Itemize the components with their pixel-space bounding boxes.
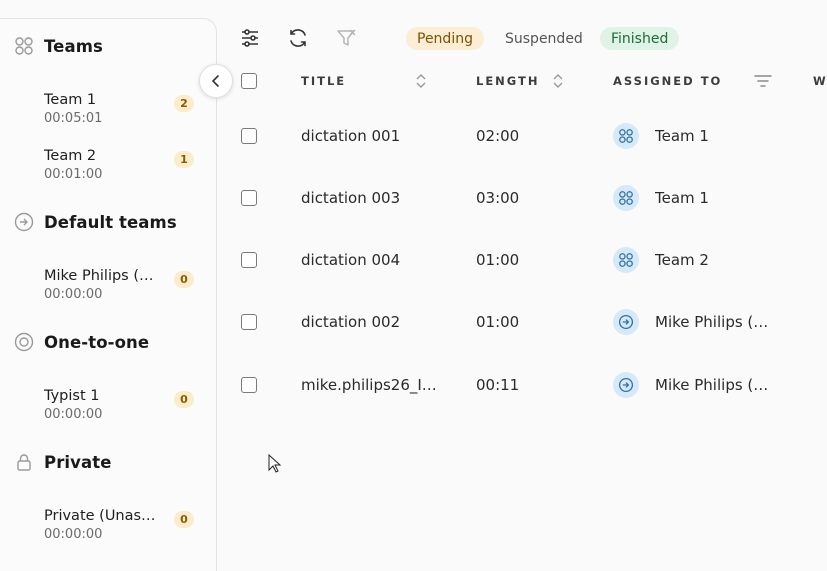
- row-title: mike.philips26_I…: [301, 376, 437, 394]
- row-length: 01:00: [476, 251, 520, 269]
- filter-chip-pending[interactable]: Pending: [406, 27, 484, 50]
- count-badge: 1: [174, 151, 194, 168]
- row-checkbox[interactable]: [241, 314, 257, 330]
- count-badge: 0: [174, 271, 194, 288]
- sidebar-item-time: 00:00:00: [44, 407, 103, 422]
- clear-filter-button[interactable]: [332, 24, 360, 52]
- row-length: 02:00: [476, 127, 520, 145]
- sidebar-item-mike-philips[interactable]: Mike Philips (… 00:00:00 0: [44, 268, 196, 308]
- sidebar-item-typist-1[interactable]: Typist 1 00:00:00 0: [44, 388, 196, 428]
- sort-icon[interactable]: [414, 72, 428, 90]
- sidebar-item-time: 00:00:00: [44, 287, 103, 302]
- section-title: One-to-one: [44, 332, 150, 352]
- section-default-teams[interactable]: Default teams: [14, 212, 177, 232]
- select-all-checkbox[interactable]: [241, 73, 257, 89]
- sliders-icon: [242, 29, 258, 47]
- count-badge: 0: [174, 511, 194, 528]
- row-length: 01:00: [476, 313, 520, 331]
- filter-off-icon: [337, 29, 356, 46]
- sidebar-item-label: Mike Philips (…: [44, 268, 154, 284]
- app-root: Teams Team 1 00:05:01 2 Team 2 00:01:00 …: [0, 0, 827, 571]
- column-header-title[interactable]: TITLE: [301, 74, 346, 88]
- teams-icon: [613, 185, 639, 211]
- section-private[interactable]: Private: [14, 452, 112, 472]
- settings-sliders-button[interactable]: [236, 24, 264, 52]
- row-title: dictation 002: [301, 313, 401, 331]
- sidebar-item-label: Team 2: [44, 148, 97, 164]
- section-title: Default teams: [44, 212, 177, 232]
- section-title: Teams: [44, 36, 103, 56]
- refresh-button[interactable]: [284, 24, 312, 52]
- row-assigned: Team 1: [655, 189, 709, 207]
- section-one-to-one[interactable]: One-to-one: [14, 332, 149, 352]
- arrow-circle-icon: [613, 372, 639, 398]
- filter-lines-icon[interactable]: [753, 73, 773, 89]
- filter-chip-suspended[interactable]: Suspended: [494, 27, 594, 50]
- filter-chip-finished[interactable]: Finished: [600, 27, 680, 50]
- sidebar-item-time: 00:05:01: [44, 111, 103, 126]
- target-circle-icon: [14, 332, 34, 352]
- section-teams[interactable]: Teams: [14, 36, 103, 56]
- row-assigned: Team 1: [655, 127, 709, 145]
- row-checkbox[interactable]: [241, 190, 257, 206]
- refresh-icon: [290, 29, 306, 47]
- row-checkbox[interactable]: [241, 252, 257, 268]
- column-header-length[interactable]: LENGTH: [476, 74, 540, 88]
- chevron-left-icon: [211, 75, 219, 87]
- row-assigned: Mike Philips (…: [655, 313, 769, 331]
- sidebar-item-label: Team 1: [44, 92, 97, 108]
- arrow-circle-icon: [613, 309, 639, 335]
- arrow-circle-icon: [14, 212, 34, 232]
- teams-icon: [613, 123, 639, 149]
- row-checkbox[interactable]: [241, 128, 257, 144]
- row-title: dictation 004: [301, 251, 401, 269]
- teams-icon: [613, 247, 639, 273]
- row-assigned: Team 2: [655, 251, 709, 269]
- column-header-next[interactable]: W: [813, 74, 827, 88]
- row-title: dictation 003: [301, 189, 401, 207]
- sidebar-item-time: 00:01:00: [44, 167, 103, 182]
- sidebar-item-team-1[interactable]: Team 1 00:05:01 2: [44, 92, 196, 132]
- count-badge: 2: [174, 95, 194, 112]
- count-badge: 0: [174, 391, 194, 408]
- sidebar-item-label: Private (Unas…: [44, 508, 156, 524]
- sidebar-item-team-2[interactable]: Team 2 00:01:00 1: [44, 148, 196, 188]
- sidebar-item-private[interactable]: Private (Unas… 00:00:00 0: [44, 508, 196, 548]
- sidebar-item-time: 00:00:00: [44, 527, 103, 542]
- row-length: 03:00: [476, 189, 520, 207]
- lock-icon: [14, 452, 34, 472]
- teams-icon: [14, 36, 34, 56]
- row-assigned: Mike Philips (…: [655, 376, 769, 394]
- collapse-sidebar-button[interactable]: [199, 64, 233, 98]
- column-header-assigned-to[interactable]: ASSIGNED TO: [613, 74, 722, 88]
- section-title: Private: [44, 452, 112, 472]
- row-title: dictation 001: [301, 127, 401, 145]
- sort-icon[interactable]: [551, 72, 565, 90]
- row-checkbox[interactable]: [241, 377, 257, 393]
- row-length: 00:11: [476, 376, 520, 394]
- sidebar-item-label: Typist 1: [44, 388, 100, 404]
- mouse-cursor-icon: [268, 454, 282, 473]
